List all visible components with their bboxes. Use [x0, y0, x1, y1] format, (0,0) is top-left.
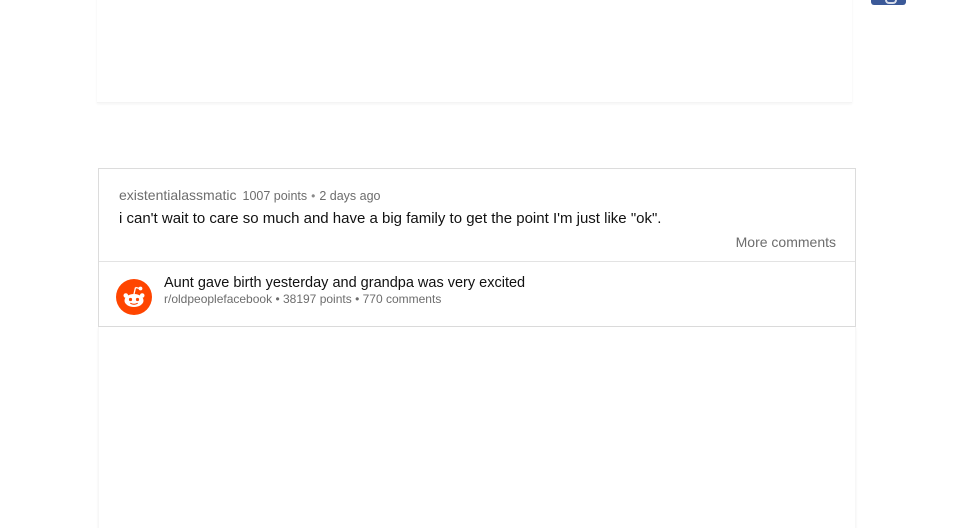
comment-section: existentialassmatic 1007 points • 2 days ag…	[99, 169, 855, 261]
previous-embed-card	[97, 0, 852, 103]
comment-username[interactable]: existentialassmatic	[119, 187, 237, 203]
post-comments: 770 comments	[362, 292, 442, 306]
reddit-alien-icon	[116, 279, 152, 315]
comment-points: 1007 points	[242, 189, 308, 203]
comment-body: i can't wait to care so much and have a …	[119, 210, 662, 227]
comment-meta: existentialassmatic 1007 points • 2 days ag…	[119, 187, 381, 205]
reddit-comment-embed: existentialassmatic 1007 points • 2 days ag…	[98, 168, 856, 327]
comment-time: 2 days ago	[319, 189, 381, 203]
post-meta: r/oldpeoplefacebook • 38197 points • 770…	[164, 292, 441, 306]
meta-separator: •	[275, 292, 280, 306]
share-tab[interactable]	[871, 0, 906, 5]
share-icon	[885, 0, 897, 4]
post-title: Aunt gave birth yesterday and grandpa wa…	[164, 275, 526, 291]
post-subreddit: r/oldpeoplefacebook	[164, 292, 273, 306]
meta-separator: •	[355, 292, 360, 306]
meta-separator: •	[311, 189, 316, 203]
post-link[interactable]: Aunt gave birth yesterday and grandpa wa…	[99, 262, 855, 326]
post-points: 38197 points	[282, 292, 352, 306]
page: existentialassmatic 1007 points • 2 days ag…	[0, 0, 979, 528]
next-embed-card	[98, 327, 856, 528]
more-comments-link[interactable]: More comments	[736, 234, 836, 250]
